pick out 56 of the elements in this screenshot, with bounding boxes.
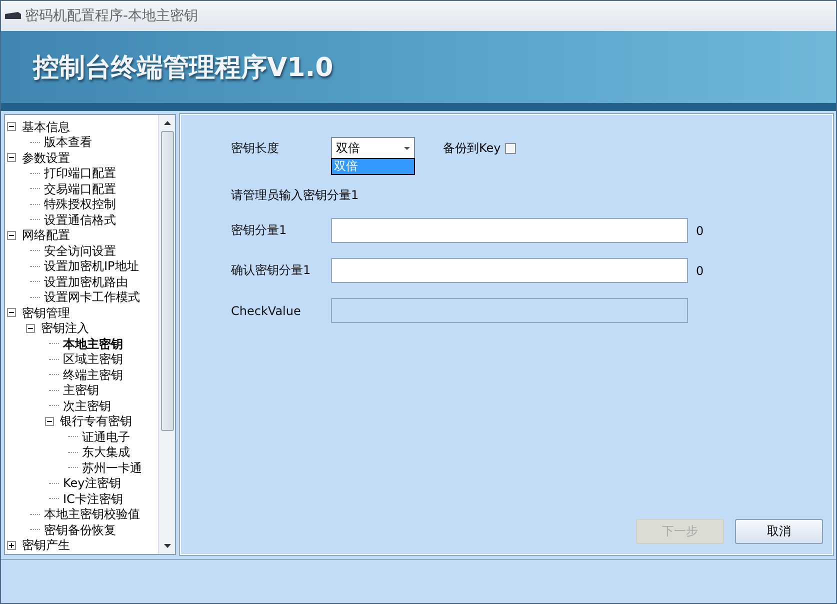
tree-item[interactable]: 安全访问设置 (44, 244, 116, 258)
tree-item[interactable]: 交易端口配置 (44, 182, 116, 196)
banner-title: 控制台终端管理程序V1.0 (33, 52, 334, 84)
tree-item[interactable]: IC卡注密钥 (63, 492, 123, 506)
scroll-up-icon[interactable] (164, 121, 170, 125)
tree-item[interactable]: 银行专有密钥 (60, 414, 132, 428)
collapse-icon[interactable] (7, 153, 16, 162)
backup-checkbox[interactable] (504, 142, 516, 154)
expand-icon[interactable] (7, 540, 16, 550)
tree-item[interactable]: 设置通信格式 (44, 212, 116, 227)
tree-item[interactable]: 苏州一卡通 (82, 460, 142, 475)
tree-item[interactable]: 设置加密机IP地址 (44, 259, 139, 274)
tree-item[interactable]: 设置网卡工作模式 (44, 290, 140, 304)
collapse-icon[interactable] (7, 308, 16, 318)
tree-item[interactable]: 网络配置 (22, 228, 70, 242)
character-count: 0 (696, 224, 704, 238)
scrollbar[interactable] (158, 115, 175, 554)
tree-item[interactable]: 终端主密钥 (63, 368, 123, 382)
tree-item[interactable]: Key注密钥 (63, 476, 121, 490)
field-label: 确认密钥分量1 (231, 262, 312, 279)
tree-item[interactable]: 密钥产生 (22, 538, 70, 552)
collapse-icon[interactable] (26, 324, 35, 333)
tree-item[interactable]: 特殊授权控制 (44, 197, 116, 212)
scroll-thumb[interactable] (160, 131, 174, 431)
collapse-icon[interactable] (7, 230, 16, 240)
input-field[interactable] (331, 218, 688, 243)
caret-icon (404, 146, 410, 150)
instruction-text: 请管理员输入密钥分量1 (231, 187, 360, 204)
tree-item[interactable]: 次主密钥 (63, 398, 111, 413)
tree-item[interactable]: 密钥管理 (22, 306, 70, 320)
field-label: 密钥分量1 (231, 222, 288, 239)
tree-item[interactable]: 基本信息 (22, 120, 70, 134)
tree-item[interactable]: 打印端口配置 (44, 166, 116, 180)
scroll-down-icon[interactable] (164, 544, 170, 548)
character-count: 0 (696, 264, 704, 278)
collapse-icon[interactable] (45, 416, 54, 426)
app-icon (5, 12, 21, 20)
tree-item[interactable]: 版本查看 (44, 135, 92, 150)
checkbox-label: 备份到Key (443, 140, 501, 156)
cancel-button[interactable]: 取消 (735, 519, 823, 544)
tree-item[interactable]: 本地主密钥 (63, 336, 123, 351)
tree-item[interactable]: 设置加密机路由 (44, 274, 128, 289)
input-field[interactable] (331, 258, 688, 283)
window-title: 密码机配置程序-本地主密钥 (25, 7, 198, 25)
tree-item[interactable]: 密钥备份恢复 (44, 522, 116, 537)
tree-item[interactable]: 密钥注入 (41, 321, 89, 336)
tree-item[interactable]: 东大集成 (82, 445, 130, 460)
tree-item[interactable]: 证通电子 (82, 430, 130, 444)
key-length-dropdown[interactable]: 双倍 (331, 137, 415, 159)
tree-item[interactable]: 参数设置 (22, 150, 70, 165)
tree-item[interactable]: 本地主密钥校验值 (44, 507, 140, 522)
tree-item[interactable]: 主密钥 (63, 383, 99, 398)
tree-item[interactable]: 区域主密钥 (63, 352, 123, 366)
collapse-icon[interactable] (7, 122, 16, 132)
field-label: 密钥长度 (231, 140, 280, 156)
field-label: CheckValue (231, 304, 302, 318)
